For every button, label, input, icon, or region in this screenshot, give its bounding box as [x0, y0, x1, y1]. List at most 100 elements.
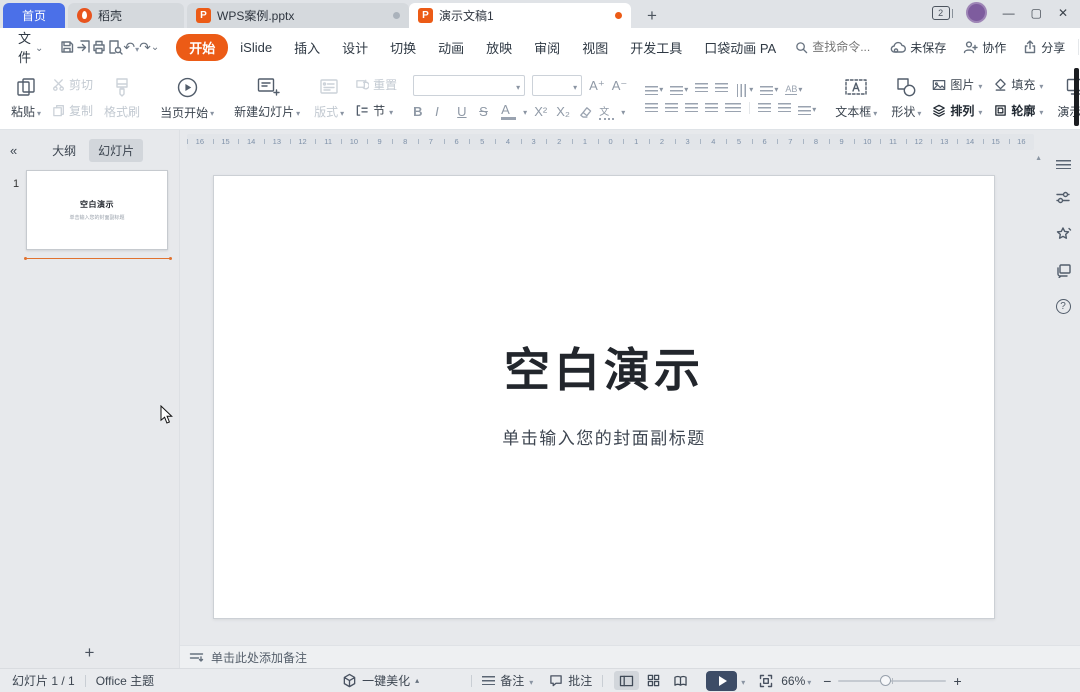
- ribbon-tab-home[interactable]: 开始: [176, 34, 228, 61]
- tab-docer[interactable]: 稻壳: [68, 3, 184, 28]
- normal-view-button[interactable]: [614, 671, 639, 690]
- panel-handle-icon[interactable]: [1056, 160, 1071, 169]
- zoom-level[interactable]: 66%: [781, 674, 805, 688]
- share-button[interactable]: 分享: [1023, 39, 1065, 56]
- zoom-in-button[interactable]: +: [953, 673, 961, 689]
- window-switcher-button[interactable]: 2: [932, 6, 950, 20]
- ribbon-tab-design[interactable]: 设计: [332, 34, 378, 61]
- slide-title[interactable]: 空白演示: [504, 334, 704, 400]
- clear-format-eraser-icon[interactable]: [578, 105, 592, 118]
- maximize-button[interactable]: ▢: [1031, 7, 1042, 19]
- beautify-wand-icon[interactable]: [1055, 226, 1072, 242]
- zoom-out-button[interactable]: −: [823, 673, 831, 689]
- save-button[interactable]: [59, 39, 75, 55]
- format-painter-button[interactable]: 格式刷: [97, 66, 147, 129]
- outline-tab[interactable]: 大纲: [43, 139, 85, 162]
- ribbon-tab-insert[interactable]: 插入: [284, 34, 330, 61]
- paragraph-spacing-icon[interactable]: [778, 103, 791, 112]
- play-options-dropdown[interactable]: [741, 674, 745, 688]
- file-menu-button[interactable]: 文件: [18, 28, 31, 66]
- collaborate-button[interactable]: 协作: [963, 39, 1006, 56]
- outline-button[interactable]: 轮廓: [994, 102, 1043, 119]
- notes-button[interactable]: 备注: [482, 672, 533, 689]
- comments-button[interactable]: 批注: [549, 672, 592, 689]
- text-tool-button[interactable]: 文: [599, 103, 614, 120]
- bullets-button[interactable]: [645, 81, 663, 95]
- text-direction-button[interactable]: [735, 81, 753, 95]
- play-from-current-button[interactable]: 当页开始: [153, 66, 221, 129]
- ribbon-tab-devtools[interactable]: 开发工具: [620, 34, 692, 61]
- increase-font-button[interactable]: A⁺: [589, 78, 605, 94]
- ribbon-tab-view[interactable]: 视图: [572, 34, 618, 61]
- zoom-slider[interactable]: [838, 680, 946, 682]
- print-preview-button[interactable]: [107, 39, 123, 55]
- picture-button[interactable]: 图片: [932, 76, 982, 93]
- arrange-button[interactable]: 排列: [932, 102, 982, 119]
- tab-home[interactable]: 首页: [3, 3, 65, 28]
- reset-button[interactable]: 重置: [355, 76, 397, 93]
- close-button[interactable]: ✕: [1058, 7, 1068, 19]
- reading-view-button[interactable]: [668, 671, 693, 690]
- new-slide-button[interactable]: 新建幻灯片: [227, 66, 307, 129]
- beautify-button[interactable]: 一键美化 ▴: [342, 672, 419, 689]
- ribbon-scrollbar-thumb[interactable]: [1074, 68, 1079, 126]
- cut-button[interactable]: 剪切: [52, 76, 93, 93]
- ribbon-tab-islide[interactable]: iSlide: [230, 36, 282, 59]
- paste-button[interactable]: 粘贴: [4, 66, 48, 129]
- collapse-panel-button[interactable]: «: [10, 143, 17, 158]
- increase-indent-button[interactable]: [715, 83, 728, 92]
- avatar[interactable]: [966, 2, 987, 23]
- slide-sorter-view-button[interactable]: [641, 671, 666, 690]
- textbox-button[interactable]: 文本框: [828, 66, 884, 129]
- font-size-select[interactable]: [532, 75, 582, 96]
- superscript-button[interactable]: X²: [534, 104, 549, 119]
- properties-sliders-icon[interactable]: [1055, 190, 1071, 205]
- ribbon-tab-review[interactable]: 审阅: [524, 34, 570, 61]
- print-button[interactable]: [91, 39, 107, 55]
- theme-name[interactable]: Office 主题: [96, 672, 154, 689]
- numbering-button[interactable]: [670, 81, 688, 95]
- bold-button[interactable]: B: [413, 104, 428, 119]
- zoom-slider-knob[interactable]: [880, 675, 891, 686]
- zoom-dropdown[interactable]: [807, 674, 811, 688]
- undo-button[interactable]: ↶: [123, 39, 139, 56]
- slide-thumbnail[interactable]: 空白演示 单击输入您的封面副标题: [26, 170, 168, 250]
- ribbon-tab-transition[interactable]: 切换: [380, 34, 426, 61]
- redo-button[interactable]: ↷: [139, 39, 151, 56]
- decrease-indent-button[interactable]: [695, 83, 708, 92]
- ribbon-tab-animation[interactable]: 动画: [428, 34, 474, 61]
- new-tab-button[interactable]: +: [647, 7, 657, 24]
- underline-button[interactable]: U: [457, 104, 472, 119]
- decrease-font-button[interactable]: A⁻: [612, 78, 628, 94]
- slideshow-play-button[interactable]: [706, 671, 737, 691]
- line-height-button[interactable]: [798, 101, 816, 115]
- font-family-select[interactable]: [413, 75, 525, 96]
- ribbon-tab-slideshow[interactable]: 放映: [476, 34, 522, 61]
- align-left-icon[interactable]: [645, 103, 658, 112]
- slide-canvas-area[interactable]: 空白演示 单击输入您的封面副标题 ▲ ?: [180, 150, 1080, 645]
- ribbon-tab-pocket-animation[interactable]: 口袋动画 PA: [694, 34, 786, 61]
- fill-button[interactable]: 填充: [994, 76, 1043, 93]
- add-slide-button[interactable]: +: [0, 643, 179, 663]
- subscript-button[interactable]: X₂: [556, 104, 571, 119]
- strikethrough-button[interactable]: S: [479, 104, 494, 119]
- slide-canvas[interactable]: 空白演示 单击输入您的封面副标题: [213, 175, 995, 619]
- align-text-button[interactable]: [760, 81, 778, 95]
- line-spacing-icon[interactable]: [758, 103, 771, 112]
- tab-document-2-active[interactable]: P 演示文稿1: [409, 3, 631, 28]
- export-button[interactable]: [75, 39, 91, 55]
- minimize-button[interactable]: —: [1003, 7, 1015, 19]
- tab-document-1[interactable]: P WPS案例.pptx: [187, 3, 409, 28]
- font-color-button[interactable]: A: [501, 102, 516, 120]
- char-spacing-button[interactable]: AB: [785, 81, 802, 95]
- slides-tab[interactable]: 幻灯片: [89, 139, 143, 162]
- section-button[interactable]: 节: [355, 102, 397, 119]
- shapes-button[interactable]: 形状: [884, 66, 928, 129]
- command-search[interactable]: [795, 40, 878, 54]
- justify-icon[interactable]: [705, 103, 718, 112]
- notes-bar[interactable]: 单击此处添加备注: [180, 645, 1080, 668]
- align-center-icon[interactable]: [665, 103, 678, 112]
- slide-subtitle[interactable]: 单击输入您的封面副标题: [502, 424, 706, 449]
- layout-button[interactable]: 版式: [307, 66, 351, 129]
- distribute-icon[interactable]: [725, 103, 741, 112]
